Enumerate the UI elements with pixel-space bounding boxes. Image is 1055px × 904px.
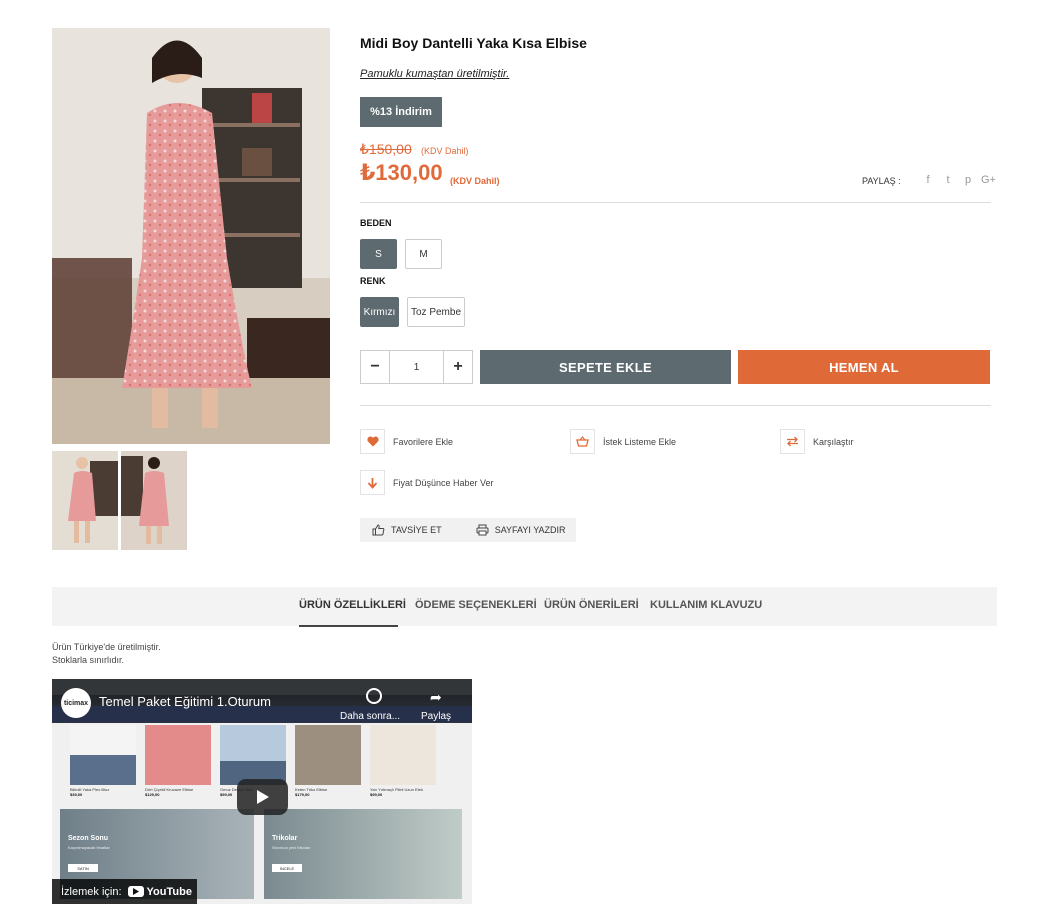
old-price-kdv: (KDV Dahil) [421,146,469,156]
watch-later-label: Daha sonra... [340,711,401,722]
product-photo-illustration [52,28,330,444]
quantity-stepper: − 1 + [360,350,473,384]
compare-action[interactable]: Karşılaştır [780,429,854,454]
price-alert-action[interactable]: Fiyat Düşünce Haber Ver [360,470,494,495]
video-share-label: Paylaş [421,711,452,722]
product-subtitle[interactable]: Pamuklu kumaştan üretilmiştir. [360,68,509,80]
divider [360,405,991,406]
current-price: ₺130,00 [360,160,443,185]
add-to-favorites-action[interactable]: Favorilere Ekle [360,429,453,454]
share-label: PAYLAŞ : [862,176,901,186]
share-icons: f t p G+ [921,174,996,186]
recommend-button[interactable]: TAVSİYE ET [372,524,442,536]
color-option-kirmizi[interactable]: Kırmızı [360,297,399,327]
quantity-input[interactable]: 1 [389,351,444,383]
divider [360,202,991,203]
thumbnail-1-illustration [52,451,118,550]
description-line: Stoklarla sınırlıdır. [52,655,125,665]
product-title: Midi Boy Dantelli Yaka Kısa Elbise [360,35,587,51]
play-icon [256,790,269,804]
thumbnail-2-illustration [121,451,187,550]
description-line: Ürün Türkiye'de üretilmiştir. [52,642,161,652]
channel-logo[interactable]: ticimax [61,688,91,718]
add-to-wishlist-action[interactable]: İstek Listeme Ekle [570,429,676,454]
tab-payment-options[interactable]: ÖDEME SEÇENEKLERİ [415,599,537,611]
tab-product-features[interactable]: ÜRÜN ÖZELLİKLERİ [299,599,406,611]
quantity-decrease-button[interactable]: − [361,351,389,383]
compare-label: Karşılaştır [813,436,854,447]
arrow-down-icon [360,470,385,495]
youtube-play-icon [127,886,144,897]
video-play-button[interactable] [237,779,288,815]
share-bar: TAVSİYE ET SAYFAYI YAZDIR [360,518,576,542]
video-product: Yarı Yırtmaçlı Pileli Uzun Etek $99,00 [370,725,436,801]
watch-later-icon[interactable] [366,688,382,704]
tab-user-guide[interactable]: KULLANIM KLAVUZU [650,599,762,611]
video-product: Keten Triko Elbise $179,00 [295,725,361,801]
color-label: RENK [360,276,386,286]
video-product: Dört Çiçekli Kruvaze Elbise $129,00 [145,725,211,801]
recommend-label: TAVSİYE ET [391,525,442,535]
active-tab-indicator [299,625,398,627]
basket-icon [570,429,595,454]
current-price-kdv: (KDV Dahil) [450,176,500,186]
product-thumbnail-1[interactable] [52,451,118,550]
quantity-increase-button[interactable]: + [444,351,472,383]
video-product: Bikinili Yaka Pleo Bluz $39,00 [70,725,136,801]
product-tabs: ÜRÜN ÖZELLİKLERİ ÖDEME SEÇENEKLERİ ÜRÜN … [52,587,997,626]
size-option-m[interactable]: M [405,239,442,269]
facebook-icon[interactable]: f [921,174,935,186]
tab-product-suggestions[interactable]: ÜRÜN ÖNERİLERİ [544,599,639,611]
pinterest-icon[interactable]: p [961,174,975,186]
product-description: Ürün Türkiye'de üretilmiştir. Stoklarla … [52,641,161,667]
add-to-cart-button[interactable]: SEPETE EKLE [480,350,731,384]
size-option-s[interactable]: S [360,239,397,269]
main-product-image[interactable] [52,28,330,444]
print-page-label: SAYFAYI YAZDIR [494,525,566,535]
video-browser-tabs [52,679,472,695]
print-page-button[interactable]: SAYFAYI YAZDIR [476,524,566,536]
share-arrow-icon[interactable]: ➦ [430,689,442,706]
product-thumbnail-2[interactable] [121,451,187,550]
heart-icon [360,429,385,454]
add-to-wishlist-label: İstek Listeme Ekle [603,436,677,447]
price-alert-label: Fiyat Düşünce Haber Ver [393,477,494,488]
watch-on-youtube-button[interactable]: İzlemek için: YouTube [52,879,197,904]
discount-badge: %13 İndirim [360,97,442,127]
youtube-video-embed[interactable]: ticimax Temel Paket Eğitimi 1.Oturum ➦ D… [52,679,472,904]
video-title[interactable]: Temel Paket Eğitimi 1.Oturum [99,694,271,709]
printer-icon [476,524,489,536]
google-plus-icon[interactable]: G+ [981,174,996,186]
thumbs-up-icon [372,524,385,536]
size-label: BEDEN [360,218,392,228]
youtube-logo: YouTube [127,886,192,898]
watch-on-label: İzlemek için: [61,885,122,898]
video-banner-knitwear: Trikolar Sezonun yeni trikoları İNCELE [264,809,462,899]
color-option-toz-pembe[interactable]: Toz Pembe [407,297,465,327]
old-price: ₺150,00 [360,141,412,157]
twitter-icon[interactable]: t [941,174,955,186]
add-to-favorites-label: Favorilere Ekle [393,436,454,447]
swap-arrows-icon [780,429,805,454]
buy-now-button[interactable]: HEMEN AL [738,350,990,384]
